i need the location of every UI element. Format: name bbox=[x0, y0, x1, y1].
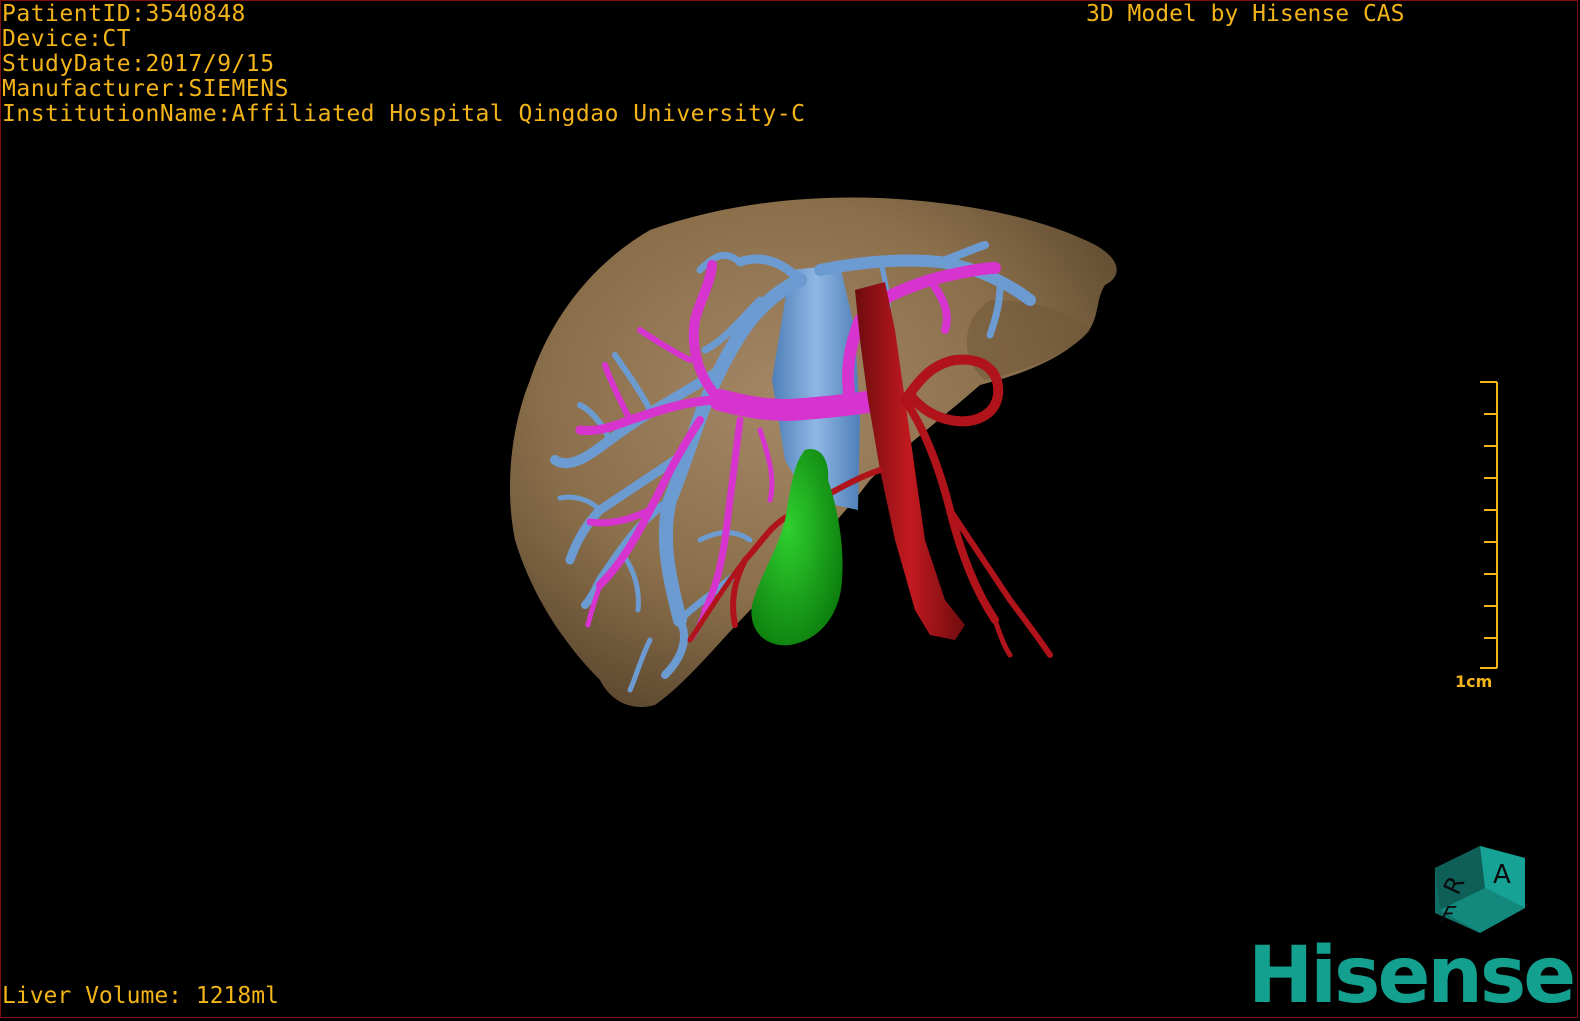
device-type: Device:CT bbox=[2, 26, 132, 52]
hisense-logo: Hisense bbox=[1248, 931, 1576, 1021]
manufacturer: Manufacturer:SIEMENS bbox=[2, 76, 289, 102]
scale-bar bbox=[1480, 381, 1498, 669]
study-date: StudyDate:2017/9/15 bbox=[2, 51, 275, 77]
cube-face-a: A bbox=[1493, 860, 1511, 890]
liver-volume: Liver Volume: 1218ml bbox=[2, 983, 279, 1009]
model-credit: 3D Model by Hisense CAS bbox=[1086, 1, 1405, 27]
patient-id: PatientID:3540848 bbox=[2, 1, 246, 27]
3d-viewport[interactable] bbox=[0, 0, 1580, 1020]
scale-bar-label: 1cm bbox=[1455, 672, 1493, 691]
orientation-cube-icon[interactable]: A R F bbox=[1425, 838, 1533, 938]
patient-info-overlay: PatientID:3540848 Device:CT StudyDate:20… bbox=[2, 2, 805, 127]
institution-name: InstitutionName:Affiliated Hospital Qing… bbox=[2, 101, 806, 127]
